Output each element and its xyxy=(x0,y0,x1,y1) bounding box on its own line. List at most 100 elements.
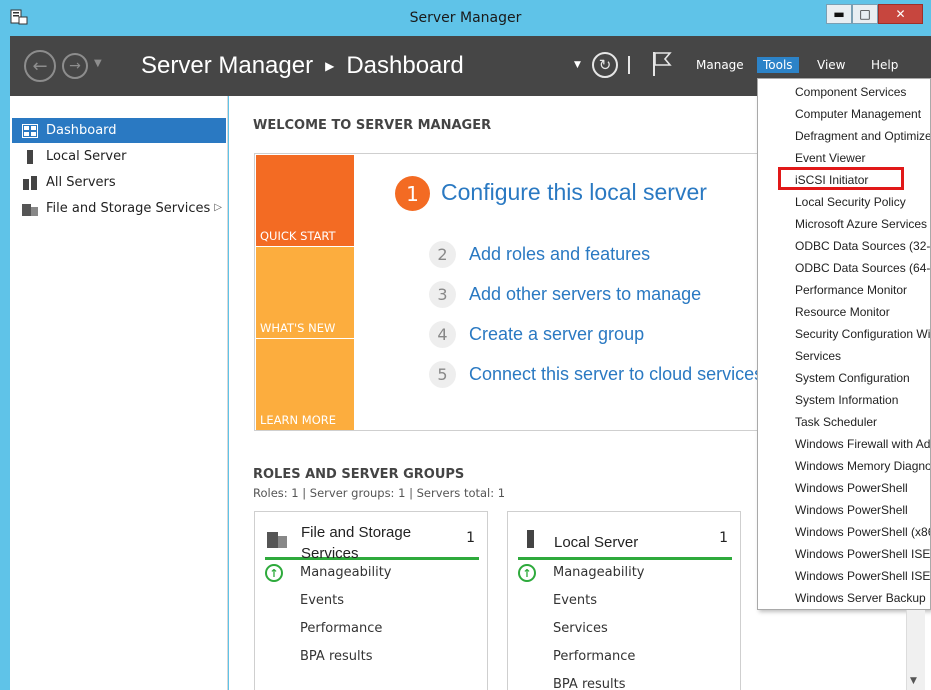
connect-cloud-link[interactable]: Connect this server to cloud services xyxy=(469,364,763,385)
refresh-button[interactable]: ↻ xyxy=(592,52,618,78)
tools-item-powershell-2[interactable]: Windows PowerShell xyxy=(795,499,908,521)
breadcrumb-root[interactable]: Server Manager xyxy=(141,52,313,80)
tools-item-powershell[interactable]: Windows PowerShell xyxy=(795,477,908,499)
sidebar-item-label: Local Server xyxy=(46,149,127,164)
breadcrumb-separator-icon: ▶ xyxy=(325,59,335,73)
vertical-scrollbar[interactable]: ▼ xyxy=(906,610,925,690)
tools-item-azure-services[interactable]: Microsoft Azure Services xyxy=(795,213,927,235)
back-arrow-icon: ← xyxy=(32,55,48,77)
sidebar-item-label: File and Storage Services xyxy=(46,201,211,216)
card-title: Local Server xyxy=(554,534,639,551)
add-servers-link[interactable]: Add other servers to manage xyxy=(469,284,701,305)
step-number: 3 xyxy=(429,281,456,308)
tile-whats-new[interactable]: WHAT'S NEW xyxy=(256,247,354,338)
step-number: 2 xyxy=(429,241,456,268)
card-count: 1 xyxy=(719,530,728,546)
tile-learn-more[interactable]: LEARN MORE xyxy=(256,339,354,430)
card-header[interactable]: Local Server 1 xyxy=(518,518,732,560)
servers-icon xyxy=(23,175,37,190)
card-title: File and Storage Services xyxy=(301,524,412,562)
create-group-link[interactable]: Create a server group xyxy=(469,324,644,345)
tools-item-resource-monitor[interactable]: Resource Monitor xyxy=(795,301,890,323)
tools-item-powershell-ise[interactable]: Windows PowerShell ISE xyxy=(795,543,930,565)
tools-item-task-scheduler[interactable]: Task Scheduler xyxy=(795,411,877,433)
card-row-bpa[interactable]: BPA results xyxy=(553,677,626,690)
sidebar: Dashboard Local Server All Servers File … xyxy=(10,96,228,690)
expand-arrow-icon[interactable]: ▷ xyxy=(214,202,222,213)
dashboard-grid-icon xyxy=(22,123,38,138)
back-button[interactable]: ← xyxy=(24,50,56,82)
tools-dropdown-menu: Component Services Computer Management D… xyxy=(757,78,931,610)
step-row: 2 Add roles and features xyxy=(429,241,650,268)
maximize-icon: □ xyxy=(859,7,871,21)
card-row-performance[interactable]: Performance xyxy=(300,621,382,636)
tools-item-odbc-64[interactable]: ODBC Data Sources (64-bit) xyxy=(795,257,930,279)
history-dropdown-icon[interactable]: ▼ xyxy=(94,58,102,69)
add-roles-link[interactable]: Add roles and features xyxy=(469,244,650,265)
tools-item-powershell-x86[interactable]: Windows PowerShell (x86) xyxy=(795,521,930,543)
tools-item-security-config-wizard[interactable]: Security Configuration Wizard xyxy=(795,323,930,345)
roles-heading: ROLES AND SERVER GROUPS xyxy=(253,467,465,482)
status-ok-icon: ↑ xyxy=(518,564,536,582)
tools-item-defragment[interactable]: Defragment and Optimize Drives xyxy=(795,125,930,147)
card-row-events[interactable]: Events xyxy=(300,593,344,608)
tools-item-local-security-policy[interactable]: Local Security Policy xyxy=(795,191,906,213)
minimize-button[interactable]: ▬ xyxy=(826,4,852,24)
sidebar-item-all-servers[interactable]: All Servers xyxy=(12,170,226,195)
card-row-manageability[interactable]: Manageability xyxy=(300,565,391,580)
tools-item-event-viewer[interactable]: Event Viewer xyxy=(795,147,865,169)
notifications-flag-icon[interactable] xyxy=(650,50,672,78)
server-icon xyxy=(27,149,33,164)
tools-item-performance-monitor[interactable]: Performance Monitor xyxy=(795,279,907,301)
minimize-icon: ▬ xyxy=(833,7,845,21)
card-row-performance[interactable]: Performance xyxy=(553,649,635,664)
highlight-annotation-box xyxy=(778,167,904,190)
quick-start-panel: QUICK START WHAT'S NEW LEARN MORE 1 Conf… xyxy=(254,153,764,431)
menu-help[interactable]: Help xyxy=(865,57,904,73)
close-icon: ✕ xyxy=(895,7,906,21)
forward-button[interactable]: → xyxy=(62,53,88,79)
server-icon xyxy=(527,530,534,548)
step-row: 4 Create a server group xyxy=(429,321,644,348)
tools-item-server-backup[interactable]: Windows Server Backup xyxy=(795,587,926,609)
file-storage-icon xyxy=(22,203,38,216)
role-card-local-server[interactable]: Local Server 1 ↑ Manageability Events Se… xyxy=(507,511,741,690)
refresh-dropdown-icon[interactable]: ▼ xyxy=(574,60,581,70)
sidebar-item-dashboard[interactable]: Dashboard xyxy=(12,118,226,143)
sidebar-item-file-storage[interactable]: File and Storage Services ▷ xyxy=(12,196,226,221)
file-storage-icon xyxy=(267,532,287,548)
tools-item-system-configuration[interactable]: System Configuration xyxy=(795,367,910,389)
sidebar-item-label: Dashboard xyxy=(46,123,117,138)
tools-item-windows-firewall[interactable]: Windows Firewall with Advanced Security xyxy=(795,433,930,455)
step-number: 4 xyxy=(429,321,456,348)
maximize-button[interactable]: □ xyxy=(852,4,878,24)
menu-tools[interactable]: Tools xyxy=(757,57,799,73)
tools-item-system-information[interactable]: System Information xyxy=(795,389,898,411)
tools-item-odbc-32[interactable]: ODBC Data Sources (32-bit) xyxy=(795,235,930,257)
menu-manage[interactable]: Manage xyxy=(690,57,750,73)
server-manager-window: Server Manager ▬ □ ✕ ← → ▼ Server Manage… xyxy=(0,0,931,690)
menu-view[interactable]: View xyxy=(811,57,851,73)
card-row-events[interactable]: Events xyxy=(553,593,597,608)
refresh-icon: ↻ xyxy=(598,56,612,74)
close-button[interactable]: ✕ xyxy=(878,4,923,24)
sidebar-item-local-server[interactable]: Local Server xyxy=(12,144,226,169)
forward-arrow-icon: → xyxy=(69,58,81,74)
tile-quick-start[interactable]: QUICK START xyxy=(256,155,354,246)
card-row-bpa[interactable]: BPA results xyxy=(300,649,373,664)
card-row-manageability[interactable]: Manageability xyxy=(553,565,644,580)
tools-item-component-services[interactable]: Component Services xyxy=(795,81,906,103)
welcome-heading: WELCOME TO SERVER MANAGER xyxy=(253,118,492,133)
card-header[interactable]: File and Storage Services 1 xyxy=(265,518,479,562)
tools-item-services[interactable]: Services xyxy=(795,345,841,367)
sidebar-item-label: All Servers xyxy=(46,175,116,190)
scroll-down-arrow-icon[interactable]: ▼ xyxy=(910,676,917,686)
role-card-file-storage[interactable]: File and Storage Services 1 ↑ Manageabil… xyxy=(254,511,488,690)
configure-local-server-link[interactable]: Configure this local server xyxy=(441,179,707,206)
tools-item-powershell-ise-x86[interactable]: Windows PowerShell ISE (x86) xyxy=(795,565,930,587)
step-number: 1 xyxy=(395,176,430,211)
tools-item-computer-management[interactable]: Computer Management xyxy=(795,103,921,125)
roles-summary: Roles: 1 | Server groups: 1 | Servers to… xyxy=(253,486,506,500)
tools-item-memory-diagnostic[interactable]: Windows Memory Diagnostic xyxy=(795,455,930,477)
card-row-services[interactable]: Services xyxy=(553,621,608,636)
